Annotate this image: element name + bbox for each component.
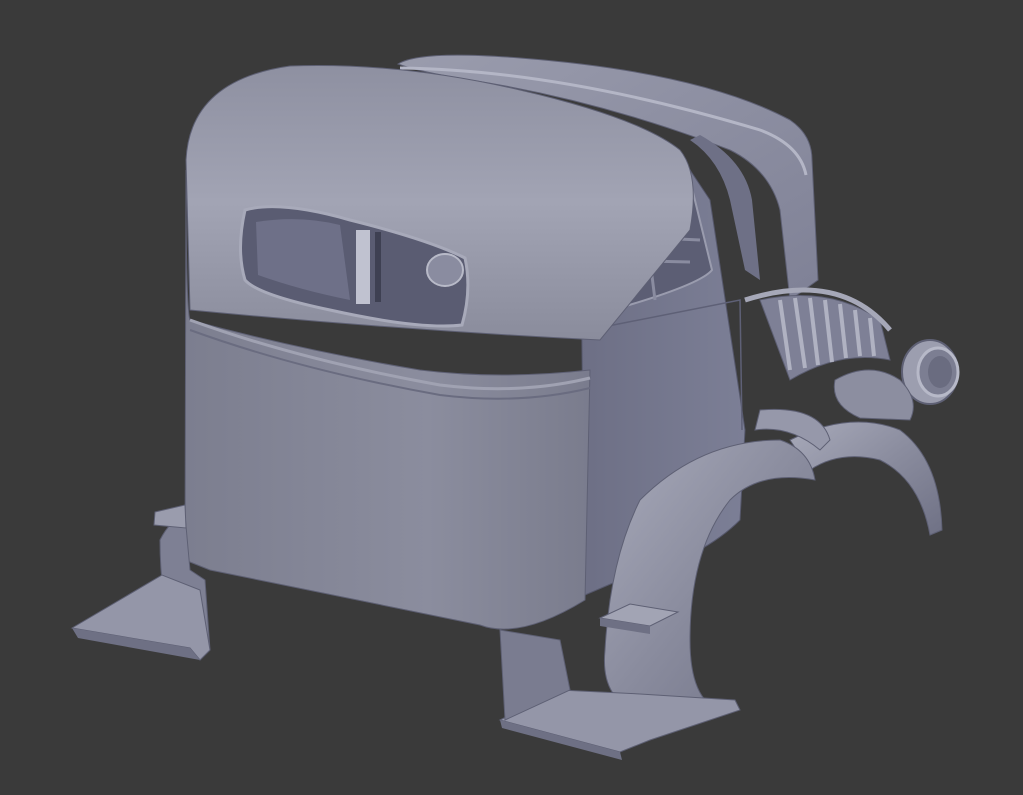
- truck-cab-model: [70, 54, 960, 760]
- 3d-viewport[interactable]: [0, 0, 1023, 795]
- running-board-left: [70, 574, 211, 661]
- radiator-grille: [744, 287, 892, 381]
